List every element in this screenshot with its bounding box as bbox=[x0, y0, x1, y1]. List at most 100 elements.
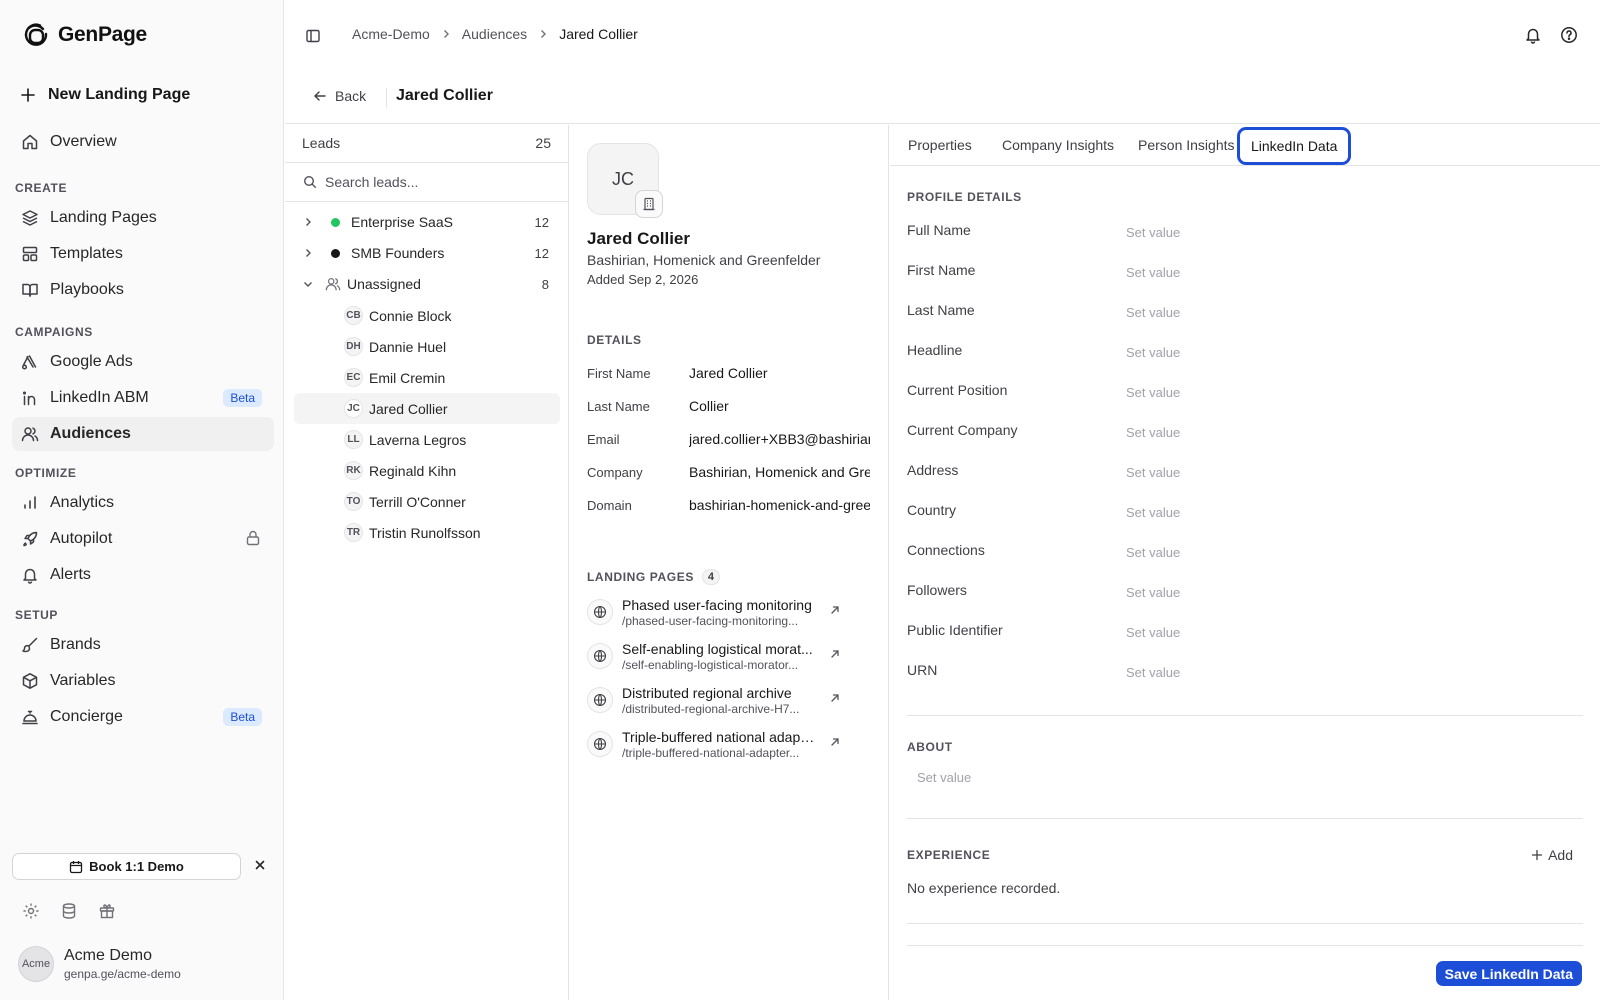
field-value[interactable]: jared.collier+XBB3@bashirian bbox=[689, 431, 870, 447]
tab-linkedin-data[interactable]: LinkedIn Data bbox=[1237, 127, 1352, 165]
save-linkedin-data-button[interactable]: Save LinkedIn Data bbox=[1435, 961, 1582, 986]
new-landing-page-button[interactable]: New Landing Page bbox=[20, 86, 190, 104]
sidebar-toggle-icon[interactable] bbox=[305, 28, 321, 44]
field-value-input[interactable]: Set value bbox=[1126, 465, 1180, 480]
close-icon[interactable] bbox=[254, 859, 266, 871]
field-value-input[interactable]: Set value bbox=[1126, 625, 1180, 640]
lead-row[interactable]: LL Laverna Legros bbox=[294, 424, 560, 455]
app-logo[interactable]: GenPage bbox=[20, 20, 147, 50]
sidebar-item-playbooks[interactable]: Playbooks bbox=[12, 273, 274, 307]
plus-icon bbox=[1531, 849, 1543, 861]
settings-icon[interactable] bbox=[22, 902, 40, 920]
breadcrumb-item[interactable]: Acme-Demo bbox=[352, 26, 430, 42]
field-value-input[interactable]: Set value bbox=[1126, 505, 1180, 520]
field-value[interactable]: bashirian-homenick-and-gree bbox=[689, 497, 870, 513]
lead-row-selected[interactable]: JC Jared Collier bbox=[294, 393, 560, 424]
back-button[interactable]: Back bbox=[313, 88, 366, 104]
tab-person-insights[interactable]: Person Insights bbox=[1128, 132, 1245, 158]
group-row-enterprise-saas[interactable]: Enterprise SaaS 12 bbox=[295, 207, 559, 237]
gift-icon[interactable] bbox=[98, 902, 116, 920]
lead-name: Tristin Runolfsson bbox=[369, 524, 481, 541]
tab-company-insights[interactable]: Company Insights bbox=[992, 132, 1124, 158]
book-demo-label: Book 1:1 Demo bbox=[89, 859, 184, 874]
lead-row[interactable]: RK Reginald Kihn bbox=[294, 455, 560, 486]
sidebar-item-brands[interactable]: Brands bbox=[12, 628, 274, 662]
field-label: Connections bbox=[907, 542, 985, 558]
group-row-unassigned[interactable]: Unassigned 8 bbox=[295, 269, 559, 299]
experience-title: EXPERIENCE bbox=[907, 848, 991, 862]
field-label: Last Name bbox=[587, 399, 650, 414]
database-icon[interactable] bbox=[60, 902, 78, 920]
sidebar-item-concierge[interactable]: Concierge Beta bbox=[12, 700, 274, 734]
sidebar-item-google-ads[interactable]: Google Ads bbox=[12, 345, 274, 379]
lead-row[interactable]: DH Dannie Huel bbox=[294, 331, 560, 362]
lead-row[interactable]: TR Tristin Runolfsson bbox=[294, 517, 560, 548]
sidebar-item-label: Templates bbox=[50, 245, 123, 262]
plus-icon bbox=[20, 87, 36, 103]
group-row-smb-founders[interactable]: SMB Founders 12 bbox=[295, 238, 559, 268]
landing-page-slug: /triple-buffered-national-adapter... bbox=[622, 745, 800, 760]
field-value-input[interactable]: Set value bbox=[1126, 265, 1180, 280]
bell-icon[interactable] bbox=[1524, 26, 1542, 44]
breadcrumb-item[interactable]: Audiences bbox=[462, 26, 527, 42]
chevron-right-icon[interactable] bbox=[295, 247, 321, 259]
account-switcher[interactable]: Acme Acme Demo genpa.ge/acme-demo bbox=[18, 946, 181, 982]
chevron-down-icon[interactable] bbox=[295, 278, 321, 290]
landing-page-item[interactable]: Triple-buffered national adapter/triple-… bbox=[587, 725, 872, 763]
field-value[interactable]: Jared Collier bbox=[689, 365, 870, 381]
tab-properties[interactable]: Properties bbox=[898, 132, 982, 158]
field-value-input[interactable]: Set value bbox=[1126, 585, 1180, 600]
profile-field-row: Headline Set value bbox=[907, 342, 1567, 366]
field-value-input[interactable]: Set value bbox=[1126, 225, 1180, 240]
leads-header: Leads 25 bbox=[302, 135, 551, 151]
field-value-input[interactable]: Set value bbox=[1126, 665, 1180, 680]
add-experience-button[interactable]: Add bbox=[1531, 847, 1573, 863]
field-value-input[interactable]: Set value bbox=[1126, 385, 1180, 400]
app-name: GenPage bbox=[58, 23, 147, 46]
external-link-icon[interactable] bbox=[829, 604, 841, 616]
sidebar-item-templates[interactable]: Templates bbox=[12, 237, 274, 271]
sidebar-item-label: Playbooks bbox=[50, 281, 124, 298]
field-label: Public Identifier bbox=[907, 622, 1003, 638]
external-link-icon[interactable] bbox=[829, 736, 841, 748]
field-value-input[interactable]: Set value bbox=[1126, 345, 1180, 360]
field-value-input[interactable]: Set value bbox=[1126, 425, 1180, 440]
bell-icon bbox=[20, 565, 40, 585]
sidebar-item-audiences[interactable]: Audiences bbox=[12, 417, 274, 451]
book-demo-button[interactable]: Book 1:1 Demo bbox=[12, 853, 241, 880]
sidebar-item-alerts[interactable]: Alerts bbox=[12, 558, 274, 592]
sidebar-item-label: Landing Pages bbox=[50, 209, 157, 226]
external-link-icon[interactable] bbox=[829, 692, 841, 704]
lead-row[interactable]: CB Connie Block bbox=[294, 300, 560, 331]
field-label: First Name bbox=[907, 262, 976, 278]
sidebar-item-overview[interactable]: Overview bbox=[12, 125, 274, 159]
google-ads-icon bbox=[20, 352, 40, 372]
chevron-right-icon[interactable] bbox=[295, 216, 321, 228]
field-label: Domain bbox=[587, 498, 632, 513]
account-url: genpa.ge/acme-demo bbox=[64, 967, 181, 981]
lead-row[interactable]: TO Terrill O'Conner bbox=[294, 486, 560, 517]
sidebar-item-analytics[interactable]: Analytics bbox=[12, 486, 274, 520]
profile-field-row: First Name Set value bbox=[907, 262, 1567, 286]
field-label: Address bbox=[907, 462, 959, 478]
sidebar-item-label: Google Ads bbox=[50, 353, 133, 370]
section-title: DETAILS bbox=[587, 333, 642, 347]
field-value-input[interactable]: Set value bbox=[1126, 545, 1180, 560]
sidebar-item-autopilot[interactable]: Autopilot bbox=[12, 522, 274, 556]
landing-page-item[interactable]: Phased user-facing monitoring/phased-use… bbox=[587, 593, 872, 631]
sidebar-item-landing-pages[interactable]: Landing Pages bbox=[12, 201, 274, 235]
field-value[interactable]: Bashirian, Homenick and Gree bbox=[689, 464, 870, 480]
sidebar-item-linkedin-abm[interactable]: LinkedIn ABM Beta bbox=[12, 381, 274, 415]
external-link-icon[interactable] bbox=[829, 648, 841, 660]
field-value[interactable]: Collier bbox=[689, 398, 870, 414]
about-field[interactable]: Set value bbox=[917, 770, 971, 785]
landing-page-item[interactable]: Distributed regional archive/distributed… bbox=[587, 681, 872, 719]
help-icon[interactable] bbox=[1560, 26, 1578, 44]
sidebar-item-variables[interactable]: Variables bbox=[12, 664, 274, 698]
landing-page-item[interactable]: Self-enabling logistical morat.../self-e… bbox=[587, 637, 872, 675]
lead-row[interactable]: EC Emil Cremin bbox=[294, 362, 560, 393]
sidebar-item-label: Brands bbox=[50, 636, 101, 653]
divider bbox=[907, 818, 1583, 819]
search-input[interactable] bbox=[325, 174, 545, 190]
field-value-input[interactable]: Set value bbox=[1126, 305, 1180, 320]
